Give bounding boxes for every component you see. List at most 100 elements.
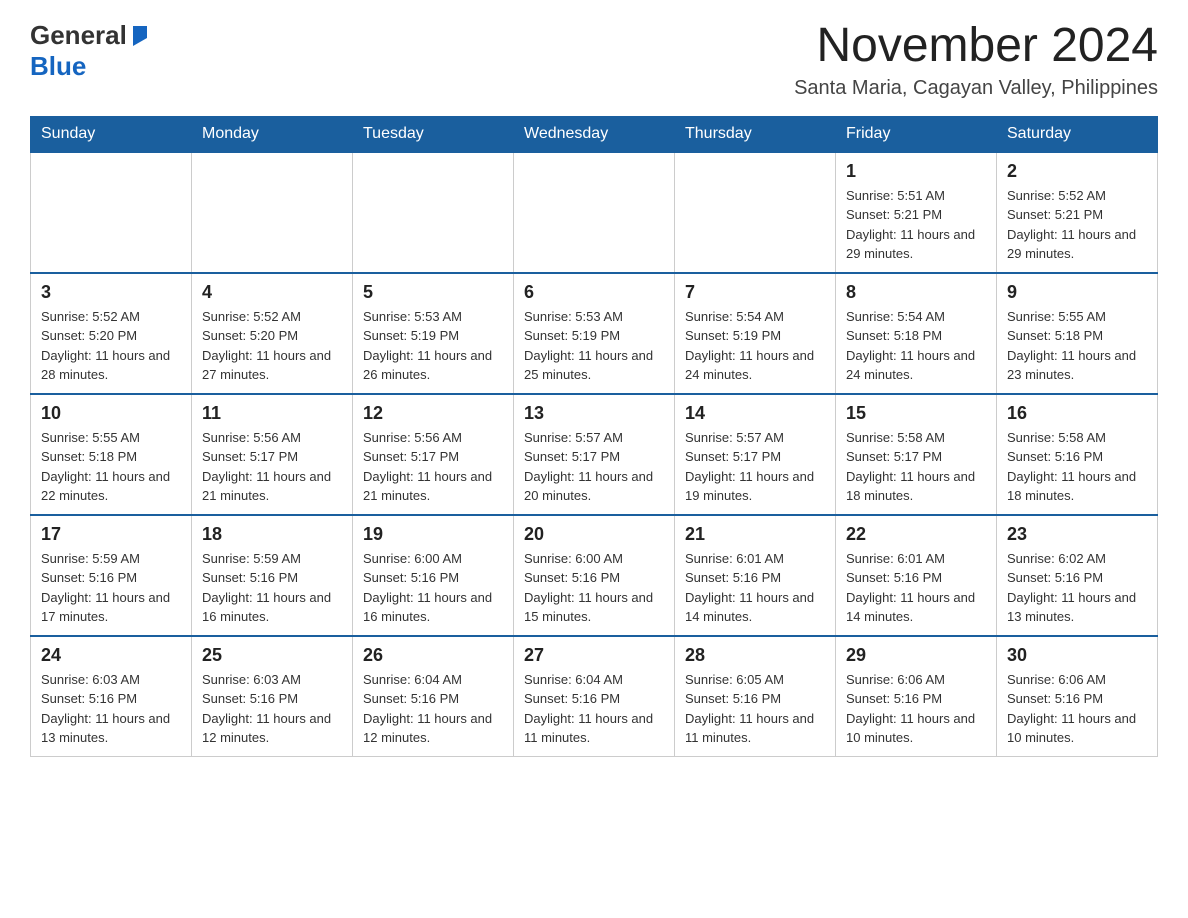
- calendar-day-cell: 2 Sunrise: 5:52 AMSunset: 5:21 PMDaylight…: [997, 152, 1158, 273]
- calendar-day-cell: 30Sunrise: 6:06 AMSunset: 5:16 PMDayligh…: [997, 636, 1158, 757]
- day-of-week-header: Wednesday: [514, 116, 675, 152]
- calendar-day-cell: 6Sunrise: 5:53 AMSunset: 5:19 PMDaylight…: [514, 273, 675, 394]
- day-number: 28: [685, 645, 825, 666]
- day-number: 1: [846, 161, 986, 182]
- day-of-week-header: Monday: [192, 116, 353, 152]
- day-info: Sunrise: 6:01 AMSunset: 5:16 PMDaylight:…: [846, 549, 986, 627]
- calendar-day-cell: 25 Sunrise: 6:03 AMSunset: 5:16 PMDayligh…: [192, 636, 353, 757]
- day-info: Sunrise: 5:56 AMSunset: 5:17 PMDaylight:…: [202, 428, 342, 506]
- calendar-day-cell: [353, 152, 514, 273]
- calendar-day-cell: 8 Sunrise: 5:54 AMSunset: 5:18 PMDaylight…: [836, 273, 997, 394]
- day-info: Sunrise: 6:02 AMSunset: 5:16 PMDaylight:…: [1007, 549, 1147, 627]
- day-info: Sunrise: 5:53 AMSunset: 5:19 PMDaylight:…: [524, 307, 664, 385]
- day-info: Sunrise: 5:55 AMSunset: 5:18 PMDaylight:…: [1007, 307, 1147, 385]
- calendar-day-cell: [675, 152, 836, 273]
- day-number: 19: [363, 524, 503, 545]
- calendar-day-cell: [514, 152, 675, 273]
- day-number: 29: [846, 645, 986, 666]
- day-number: 22: [846, 524, 986, 545]
- day-number: 25: [202, 645, 342, 666]
- calendar-day-cell: 5Sunrise: 5:53 AMSunset: 5:19 PMDaylight…: [353, 273, 514, 394]
- day-info: Sunrise: 6:00 AMSunset: 5:16 PMDaylight:…: [363, 549, 503, 627]
- day-number: 15: [846, 403, 986, 424]
- day-number: 2: [1007, 161, 1147, 182]
- calendar-day-cell: 27 Sunrise: 6:04 AMSunset: 5:16 PMDayligh…: [514, 636, 675, 757]
- day-number: 26: [363, 645, 503, 666]
- calendar-day-cell: 13 Sunrise: 5:57 AMSunset: 5:17 PMDayligh…: [514, 394, 675, 515]
- day-info: Sunrise: 5:54 AMSunset: 5:19 PMDaylight:…: [685, 307, 825, 385]
- calendar-day-cell: 16 Sunrise: 5:58 AMSunset: 5:16 PMDayligh…: [997, 394, 1158, 515]
- calendar-day-cell: 10Sunrise: 5:55 AMSunset: 5:18 PMDayligh…: [31, 394, 192, 515]
- calendar-day-cell: 28Sunrise: 6:05 AMSunset: 5:16 PMDayligh…: [675, 636, 836, 757]
- calendar-header-row: SundayMondayTuesdayWednesdayThursdayFrid…: [31, 116, 1158, 152]
- day-number: 18: [202, 524, 342, 545]
- calendar-day-cell: 11 Sunrise: 5:56 AMSunset: 5:17 PMDayligh…: [192, 394, 353, 515]
- day-number: 27: [524, 645, 664, 666]
- day-number: 20: [524, 524, 664, 545]
- calendar-week-row: 10Sunrise: 5:55 AMSunset: 5:18 PMDayligh…: [31, 394, 1158, 515]
- calendar-day-cell: 7 Sunrise: 5:54 AMSunset: 5:19 PMDaylight…: [675, 273, 836, 394]
- day-number: 16: [1007, 403, 1147, 424]
- day-info: Sunrise: 6:04 AMSunset: 5:16 PMDaylight:…: [363, 670, 503, 748]
- main-title: November 2024: [794, 20, 1158, 73]
- day-number: 13: [524, 403, 664, 424]
- calendar-day-cell: 22 Sunrise: 6:01 AMSunset: 5:16 PMDayligh…: [836, 515, 997, 636]
- day-number: 14: [685, 403, 825, 424]
- day-of-week-header: Thursday: [675, 116, 836, 152]
- day-number: 8: [846, 282, 986, 303]
- day-number: 4: [202, 282, 342, 303]
- header: General Blue November 2024 Santa Maria, …: [30, 20, 1158, 100]
- day-of-week-header: Tuesday: [353, 116, 514, 152]
- day-number: 11: [202, 403, 342, 424]
- calendar-day-cell: 4Sunrise: 5:52 AMSunset: 5:20 PMDaylight…: [192, 273, 353, 394]
- subtitle: Santa Maria, Cagayan Valley, Philippines: [794, 77, 1158, 100]
- calendar-day-cell: [31, 152, 192, 273]
- day-number: 21: [685, 524, 825, 545]
- calendar-day-cell: 3 Sunrise: 5:52 AMSunset: 5:20 PMDaylight…: [31, 273, 192, 394]
- calendar-table: SundayMondayTuesdayWednesdayThursdayFrid…: [30, 116, 1158, 757]
- day-info: Sunrise: 6:04 AMSunset: 5:16 PMDaylight:…: [524, 670, 664, 748]
- calendar-day-cell: 24 Sunrise: 6:03 AMSunset: 5:16 PMDayligh…: [31, 636, 192, 757]
- calendar-day-cell: 19 Sunrise: 6:00 AMSunset: 5:16 PMDayligh…: [353, 515, 514, 636]
- day-of-week-header: Saturday: [997, 116, 1158, 152]
- day-info: Sunrise: 5:59 AMSunset: 5:16 PMDaylight:…: [41, 549, 181, 627]
- calendar-day-cell: 15 Sunrise: 5:58 AMSunset: 5:17 PMDayligh…: [836, 394, 997, 515]
- day-info: Sunrise: 5:56 AMSunset: 5:17 PMDaylight:…: [363, 428, 503, 506]
- calendar-week-row: 24 Sunrise: 6:03 AMSunset: 5:16 PMDayligh…: [31, 636, 1158, 757]
- calendar-day-cell: 20Sunrise: 6:00 AMSunset: 5:16 PMDayligh…: [514, 515, 675, 636]
- day-info: Sunrise: 5:52 AMSunset: 5:21 PMDaylight:…: [1007, 186, 1147, 264]
- calendar-day-cell: 21 Sunrise: 6:01 AMSunset: 5:16 PMDayligh…: [675, 515, 836, 636]
- day-number: 12: [363, 403, 503, 424]
- day-info: Sunrise: 5:57 AMSunset: 5:17 PMDaylight:…: [524, 428, 664, 506]
- day-info: Sunrise: 5:54 AMSunset: 5:18 PMDaylight:…: [846, 307, 986, 385]
- day-info: Sunrise: 6:03 AMSunset: 5:16 PMDaylight:…: [202, 670, 342, 748]
- day-of-week-header: Sunday: [31, 116, 192, 152]
- calendar-day-cell: 17 Sunrise: 5:59 AMSunset: 5:16 PMDayligh…: [31, 515, 192, 636]
- day-info: Sunrise: 5:52 AMSunset: 5:20 PMDaylight:…: [41, 307, 181, 385]
- day-number: 24: [41, 645, 181, 666]
- calendar-week-row: 17 Sunrise: 5:59 AMSunset: 5:16 PMDayligh…: [31, 515, 1158, 636]
- day-info: Sunrise: 5:58 AMSunset: 5:17 PMDaylight:…: [846, 428, 986, 506]
- day-number: 7: [685, 282, 825, 303]
- calendar-day-cell: 1 Sunrise: 5:51 AMSunset: 5:21 PMDaylight…: [836, 152, 997, 273]
- day-number: 3: [41, 282, 181, 303]
- day-info: Sunrise: 5:55 AMSunset: 5:18 PMDaylight:…: [41, 428, 181, 506]
- day-number: 9: [1007, 282, 1147, 303]
- day-info: Sunrise: 6:01 AMSunset: 5:16 PMDaylight:…: [685, 549, 825, 627]
- day-of-week-header: Friday: [836, 116, 997, 152]
- title-area: November 2024 Santa Maria, Cagayan Valle…: [794, 20, 1158, 100]
- day-info: Sunrise: 5:51 AMSunset: 5:21 PMDaylight:…: [846, 186, 986, 264]
- logo-flag-icon: [129, 24, 151, 46]
- calendar-day-cell: 18Sunrise: 5:59 AMSunset: 5:16 PMDayligh…: [192, 515, 353, 636]
- logo: General Blue: [30, 20, 151, 82]
- day-info: Sunrise: 6:03 AMSunset: 5:16 PMDaylight:…: [41, 670, 181, 748]
- calendar-day-cell: [192, 152, 353, 273]
- day-number: 17: [41, 524, 181, 545]
- day-info: Sunrise: 6:06 AMSunset: 5:16 PMDaylight:…: [846, 670, 986, 748]
- day-info: Sunrise: 5:58 AMSunset: 5:16 PMDaylight:…: [1007, 428, 1147, 506]
- calendar-day-cell: 12 Sunrise: 5:56 AMSunset: 5:17 PMDayligh…: [353, 394, 514, 515]
- logo-general-text: General: [30, 20, 127, 51]
- calendar-week-row: 1 Sunrise: 5:51 AMSunset: 5:21 PMDaylight…: [31, 152, 1158, 273]
- calendar-day-cell: 23Sunrise: 6:02 AMSunset: 5:16 PMDayligh…: [997, 515, 1158, 636]
- calendar-day-cell: 14Sunrise: 5:57 AMSunset: 5:17 PMDayligh…: [675, 394, 836, 515]
